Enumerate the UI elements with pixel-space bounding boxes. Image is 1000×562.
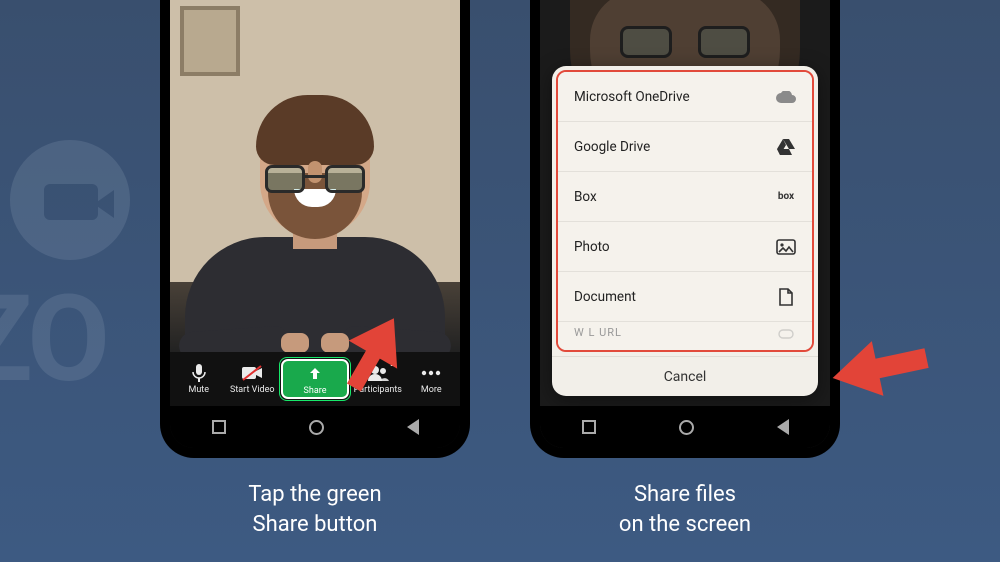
phone-screen-right: Microsoft OneDrive Google Drive — [540, 0, 830, 448]
share-option-document[interactable]: Document — [558, 272, 812, 322]
nav-back-icon[interactable] — [777, 419, 789, 435]
nav-home-icon[interactable] — [679, 420, 694, 435]
share-sheet: Microsoft OneDrive Google Drive — [552, 66, 818, 396]
video-off-icon — [241, 363, 263, 383]
share-option-box[interactable]: Box box — [558, 172, 812, 222]
share-up-arrow-icon — [304, 364, 326, 384]
share-option-label: Box — [574, 189, 597, 205]
google-drive-icon — [776, 139, 796, 155]
share-option-photo[interactable]: Photo — [558, 222, 812, 272]
link-icon — [776, 326, 796, 342]
share-option-label: Document — [574, 289, 636, 305]
microphone-icon — [188, 363, 210, 383]
phone-mockup-right: Microsoft OneDrive Google Drive — [530, 0, 840, 458]
left-column: Mute Start Video — [160, 0, 470, 539]
pointer-arrow-left — [330, 312, 420, 402]
left-caption: Tap the greenShare button — [248, 480, 381, 539]
share-option-label: Microsoft OneDrive — [574, 89, 690, 105]
mute-button[interactable]: Mute — [172, 363, 226, 395]
photo-icon — [776, 239, 796, 255]
start-video-label: Start Video — [230, 385, 275, 395]
nav-home-icon[interactable] — [309, 420, 324, 435]
cancel-label: Cancel — [664, 369, 707, 385]
share-option-label: Google Drive — [574, 139, 650, 155]
right-column: Microsoft OneDrive Google Drive — [530, 0, 840, 539]
nav-back-icon[interactable] — [407, 419, 419, 435]
android-navbar — [170, 406, 460, 448]
start-video-button[interactable]: Start Video — [226, 363, 280, 395]
mute-label: Mute — [188, 385, 209, 395]
share-option-onedrive[interactable]: Microsoft OneDrive — [558, 72, 812, 122]
share-option-weburl-partial[interactable]: W L URL — [558, 322, 812, 350]
phone-mockup-left: Mute Start Video — [160, 0, 470, 458]
share-option-label: Photo — [574, 239, 610, 255]
share-sheet-cancel[interactable]: Cancel — [552, 356, 818, 396]
more-dots-icon — [420, 363, 442, 383]
right-caption: Share fileson the screen — [619, 480, 751, 539]
share-option-label: W L URL — [574, 326, 622, 339]
pointer-arrow-right — [830, 330, 930, 410]
box-icon: box — [776, 189, 796, 205]
tutorial-stage: Mute Start Video — [0, 0, 1000, 539]
more-label: More — [421, 385, 442, 395]
share-label: Share — [304, 386, 327, 396]
document-icon — [776, 289, 796, 305]
nav-recent-icon[interactable] — [582, 420, 596, 434]
onedrive-icon — [776, 89, 796, 105]
android-navbar — [540, 406, 830, 448]
share-option-gdrive[interactable]: Google Drive — [558, 122, 812, 172]
video-call-view — [170, 0, 460, 352]
nav-recent-icon[interactable] — [212, 420, 226, 434]
share-sheet-highlight: Microsoft OneDrive Google Drive — [556, 70, 814, 352]
